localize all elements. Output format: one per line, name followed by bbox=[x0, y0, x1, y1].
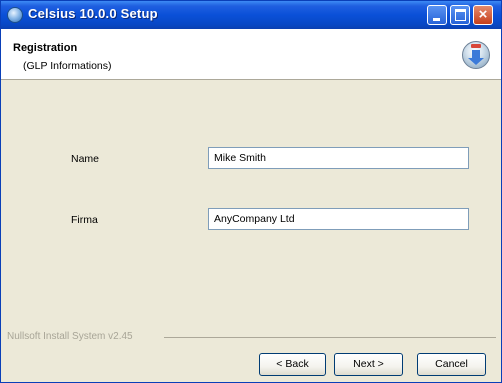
back-button[interactable]: < Back bbox=[259, 353, 326, 376]
branding-text: Nullsoft Install System v2.45 bbox=[7, 331, 133, 342]
installer-disc-icon bbox=[462, 41, 490, 69]
branding-row: Nullsoft Install System v2.45 bbox=[1, 331, 501, 343]
page-subtitle: (GLP Informations) bbox=[23, 60, 112, 72]
maximize-button[interactable] bbox=[450, 5, 470, 25]
next-button[interactable]: Next > bbox=[334, 353, 403, 376]
name-field[interactable] bbox=[208, 147, 469, 169]
close-icon: × bbox=[478, 6, 488, 23]
minimize-button[interactable] bbox=[427, 5, 447, 25]
title-bar[interactable]: Celsius 10.0.0 Setup × bbox=[1, 1, 501, 29]
app-icon bbox=[7, 7, 23, 23]
cancel-button[interactable]: Cancel bbox=[417, 353, 486, 376]
firma-label: Firma bbox=[71, 214, 98, 226]
firma-field[interactable] bbox=[208, 208, 469, 230]
close-button[interactable]: × bbox=[473, 5, 493, 25]
page-title: Registration bbox=[13, 42, 78, 54]
branding-divider bbox=[164, 337, 496, 338]
setup-window: Celsius 10.0.0 Setup × Registration (GLP… bbox=[0, 0, 502, 383]
name-label: Name bbox=[71, 153, 100, 165]
window-title: Celsius 10.0.0 Setup bbox=[28, 6, 158, 21]
header-panel: Registration (GLP Informations) bbox=[1, 29, 501, 80]
